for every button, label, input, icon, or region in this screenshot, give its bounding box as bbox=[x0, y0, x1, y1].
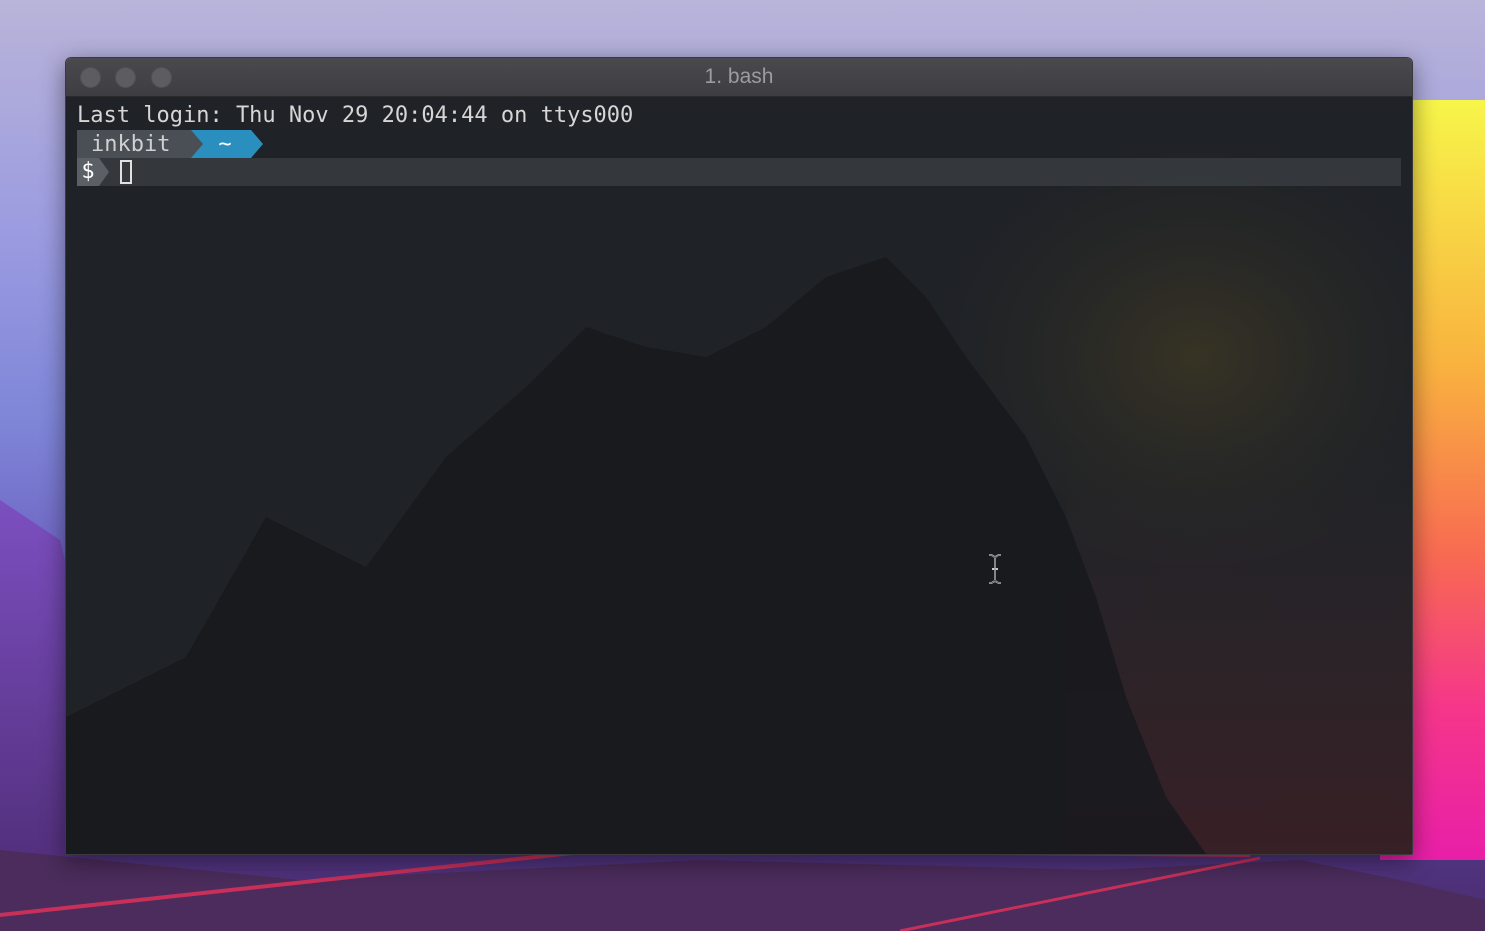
window-titlebar[interactable]: 1. bash bbox=[66, 58, 1412, 97]
prompt-separator-icon bbox=[191, 130, 203, 158]
window-title: 1. bash bbox=[704, 65, 774, 88]
command-input-line[interactable]: $ bbox=[77, 158, 1401, 186]
prompt-user-segment: inkbit bbox=[77, 130, 191, 158]
shell-prompt: inkbit ~ bbox=[77, 130, 277, 159]
prompt-separator-icon bbox=[251, 130, 263, 158]
terminal-block-cursor bbox=[120, 160, 132, 184]
translucent-wallpaper-backdrop bbox=[66, 97, 1412, 854]
prompt-symbol: $ bbox=[77, 158, 99, 186]
prompt-separator-icon bbox=[99, 158, 109, 186]
last-login-line: Last login: Thu Nov 29 20:04:44 on ttys0… bbox=[77, 103, 634, 128]
terminal-content-area[interactable]: Last login: Thu Nov 29 20:04:44 on ttys0… bbox=[66, 97, 1412, 854]
text-ibeam-cursor-icon bbox=[988, 554, 1002, 584]
terminal-window[interactable]: 1. bash Last login: Thu Nov 29 20:04:44 … bbox=[65, 57, 1413, 855]
